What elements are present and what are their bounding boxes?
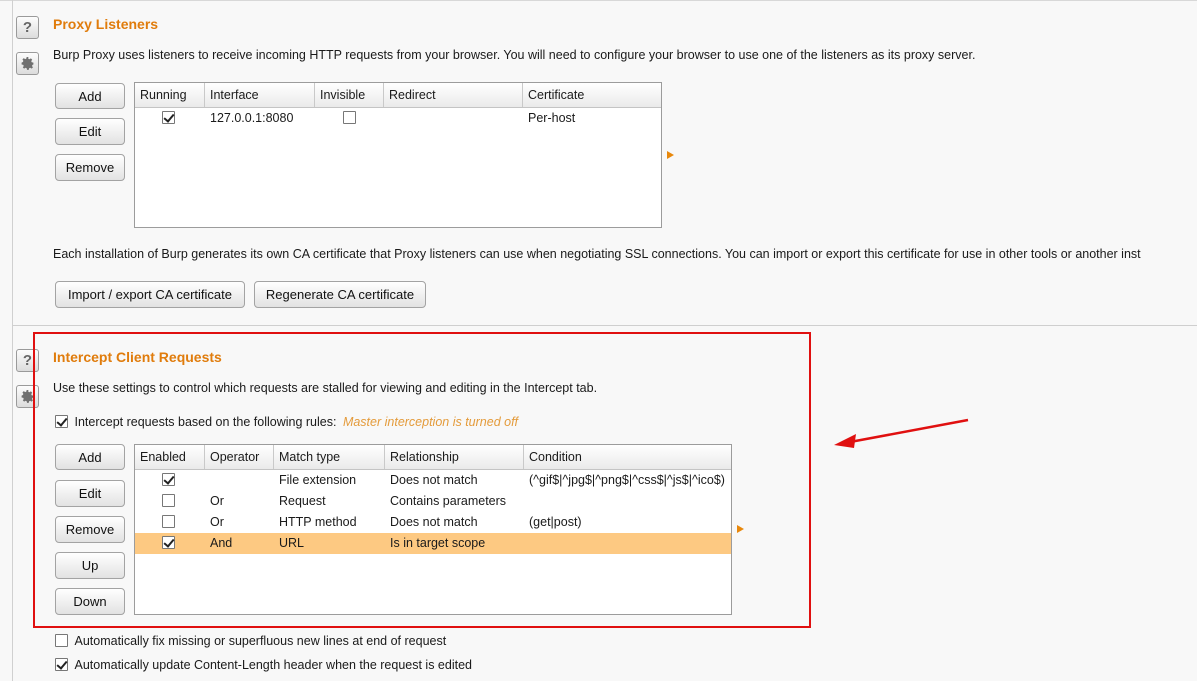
- listener-remove-button[interactable]: Remove: [55, 154, 125, 181]
- update-content-length-checkbox[interactable]: [55, 658, 68, 671]
- left-border: [12, 0, 13, 681]
- update-content-length-option[interactable]: Automatically update Content-Length head…: [55, 658, 472, 672]
- fix-newlines-checkbox[interactable]: [55, 634, 68, 647]
- ca-certificate-description: Each installation of Burp generates its …: [53, 247, 1141, 261]
- column-header-certificate[interactable]: Certificate: [523, 83, 661, 107]
- listener-add-button[interactable]: Add: [55, 83, 125, 109]
- listener-certificate: Per-host: [528, 111, 576, 125]
- import-export-ca-button[interactable]: Import / export CA certificate: [55, 281, 245, 308]
- listeners-table[interactable]: Running Interface Invisible Redirect Cer…: [134, 82, 662, 228]
- column-header-redirect[interactable]: Redirect: [384, 83, 523, 107]
- top-border: [0, 0, 1197, 1]
- column-header-running[interactable]: Running: [135, 83, 205, 107]
- listener-edit-button[interactable]: Edit: [55, 118, 125, 145]
- listener-redirect: [384, 108, 523, 129]
- column-header-interface[interactable]: Interface: [205, 83, 315, 107]
- gear-icon[interactable]: [16, 52, 39, 75]
- proxy-listeners-description: Burp Proxy uses listeners to receive inc…: [53, 48, 976, 62]
- regenerate-ca-button[interactable]: Regenerate CA certificate: [254, 281, 426, 308]
- update-content-length-label: Automatically update Content-Length head…: [74, 658, 472, 672]
- listener-row[interactable]: 127.0.0.1:8080 Per-host: [135, 108, 661, 129]
- fix-newlines-option[interactable]: Automatically fix missing or superfluous…: [55, 634, 446, 648]
- section-divider: [12, 325, 1197, 326]
- fix-newlines-label: Automatically fix missing or superfluous…: [74, 634, 447, 648]
- annotation-highlight-box: [33, 332, 811, 628]
- listener-running-checkbox[interactable]: [162, 111, 175, 124]
- column-header-invisible[interactable]: Invisible: [315, 83, 384, 107]
- listener-interface: 127.0.0.1:8080: [210, 111, 294, 125]
- expand-arrow-icon[interactable]: [667, 151, 674, 159]
- proxy-listeners-title: Proxy Listeners: [53, 16, 159, 32]
- listeners-table-header: Running Interface Invisible Redirect Cer…: [135, 83, 661, 108]
- help-icon[interactable]: ?: [16, 16, 39, 39]
- annotation-arrow: [834, 418, 969, 448]
- listener-invisible-checkbox[interactable]: [343, 111, 356, 124]
